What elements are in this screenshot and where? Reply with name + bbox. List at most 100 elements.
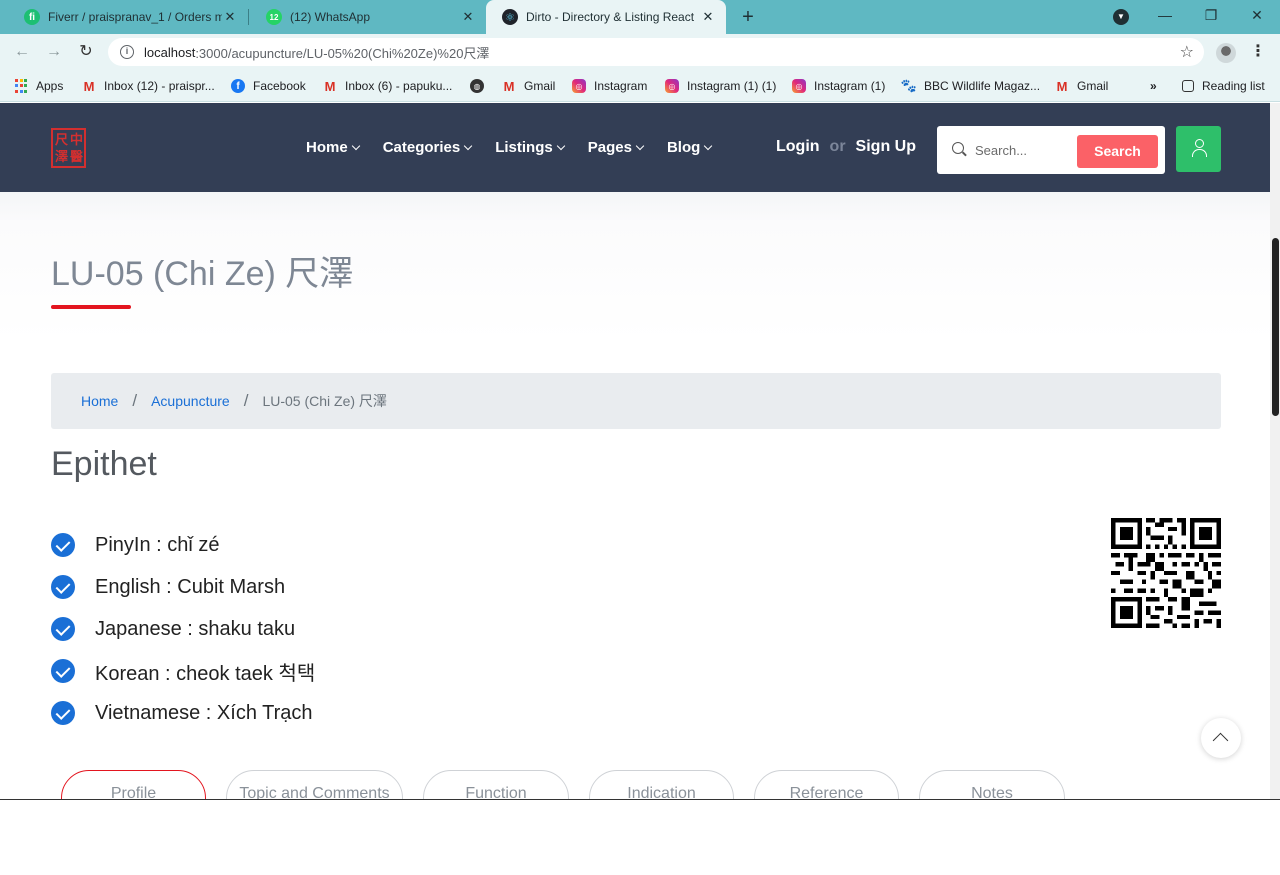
breadcrumb-acupuncture[interactable]: Acupuncture: [151, 393, 230, 409]
close-icon[interactable]: ✕: [700, 9, 716, 25]
epithet-pinyin: PinyIn : chǐ zé: [95, 533, 220, 556]
minimize-icon[interactable]: —: [1143, 0, 1187, 30]
bookmark-facebook[interactable]: f Facebook: [231, 76, 306, 96]
close-icon[interactable]: ✕: [222, 9, 238, 25]
instagram-icon: ◎: [665, 79, 679, 93]
browser-tab-dirto[interactable]: ⚛ Dirto - Directory & Listing React ✕: [486, 0, 726, 34]
url-path: :3000/acupuncture/LU-05%20(Chi%20Ze)%20尺…: [195, 45, 490, 61]
scrollbar-thumb[interactable]: [1272, 238, 1279, 416]
tab-title: Dirto - Directory & Listing React: [526, 10, 695, 24]
logo-char: 尺: [55, 132, 69, 147]
breadcrumb-current: LU-05 (Chi Ze) 尺澤: [262, 393, 387, 409]
forward-arrow-icon[interactable]: →: [42, 40, 66, 64]
restore-icon[interactable]: ❐: [1189, 0, 1233, 30]
breadcrumb: Home / Acupuncture / LU-05 (Chi Ze) 尺澤: [51, 373, 1221, 429]
bookmark-instagram-1[interactable]: ◎ Instagram (1): [792, 76, 885, 96]
fiverr-icon: fi: [24, 9, 40, 25]
paw-icon: 🐾: [900, 78, 918, 93]
epithet-vietnamese: Vietnamese : Xích Trạch: [95, 701, 313, 724]
chevron-down-icon: [463, 141, 473, 151]
bookmark-label: Instagram (1) (1): [687, 79, 777, 93]
site-logo[interactable]: 尺 中 澤 醫: [51, 128, 86, 168]
nav-item-blog[interactable]: Blog: [666, 139, 713, 156]
browser-tab-fiverr[interactable]: fi Fiverr / praispranav_1 / Orders m ✕: [8, 0, 248, 34]
tab-title: (12) WhatsApp: [290, 10, 371, 24]
list-item: English : Cubit Marsh: [51, 566, 315, 608]
chevron-down-icon: [635, 141, 645, 151]
tab-notes[interactable]: Notes: [919, 770, 1065, 799]
tab-profile[interactable]: Profile: [61, 770, 206, 799]
gmail-icon: M: [83, 78, 95, 94]
profile-avatar[interactable]: [1216, 43, 1236, 63]
reading-list-icon: [1182, 80, 1194, 92]
tab-topic-and-comments[interactable]: Topic and Comments: [226, 770, 403, 799]
bookmark-bbc-wildlife[interactable]: 🐾 BBC Wildlife Magaz...: [900, 76, 1041, 96]
bookmark-globe[interactable]: ◍: [470, 76, 492, 96]
user-account-button[interactable]: [1176, 126, 1221, 172]
tab-search-icon[interactable]: ▼: [1113, 9, 1129, 25]
tab-indication[interactable]: Indication: [589, 770, 734, 799]
check-circle-icon: [51, 533, 75, 557]
back-arrow-icon[interactable]: ←: [10, 40, 34, 64]
gmail-icon: M: [503, 78, 515, 94]
logo-char: 醫: [70, 149, 84, 164]
logo-char: 澤: [55, 149, 69, 164]
bookmark-instagram-1-1[interactable]: ◎ Instagram (1) (1): [665, 76, 776, 96]
bookmark-gmail[interactable]: M Gmail: [502, 76, 556, 96]
bookmark-label: Facebook: [253, 79, 306, 93]
section-title-epithet: Epithet: [51, 445, 157, 483]
window-close-icon[interactable]: ✕: [1235, 0, 1279, 30]
bookmarks-bar: Apps M Inbox (12) - praispr... f Faceboo…: [0, 70, 1280, 102]
bookmark-star-icon[interactable]: ☆: [1180, 42, 1194, 62]
browser-menu-icon[interactable]: ⋮: [1250, 42, 1266, 62]
nav-label: Blog: [666, 139, 701, 156]
bookmark-inbox-papuku[interactable]: M Inbox (6) - papuku...: [323, 76, 453, 96]
epithet-korean: Korean : cheok taek 척택: [95, 662, 316, 685]
blank-area-below-window: [0, 799, 1280, 875]
nav-item-pages[interactable]: Pages: [588, 139, 645, 156]
check-circle-icon: [51, 617, 75, 641]
close-icon[interactable]: ✕: [460, 9, 476, 25]
react-icon: ⚛: [502, 9, 518, 25]
info-icon[interactable]: i: [120, 45, 134, 59]
browser-tab-whatsapp[interactable]: 12 (12) WhatsApp ✕: [250, 0, 486, 34]
auth-links: Login or Sign Up: [776, 138, 916, 156]
nav-item-listings[interactable]: Listings: [495, 139, 565, 156]
bookmark-label: Apps: [36, 79, 64, 93]
signup-link[interactable]: Sign Up: [856, 138, 916, 156]
user-icon: [1192, 139, 1207, 157]
page-title: LU-05 (Chi Ze) 尺澤: [51, 255, 354, 293]
login-link[interactable]: Login: [776, 138, 820, 156]
nav-item-home[interactable]: Home: [306, 139, 360, 156]
bookmark-label: Gmail: [524, 79, 556, 93]
tab-function[interactable]: Function: [423, 770, 569, 799]
instagram-icon: ◎: [572, 79, 586, 93]
facebook-icon: f: [231, 79, 245, 93]
bookmarks-overflow-button[interactable]: »: [1150, 76, 1157, 96]
browser-toolbar: ← → ↻ i localhost:3000/acupuncture/LU-05…: [0, 34, 1280, 70]
bookmark-apps[interactable]: Apps: [14, 76, 63, 96]
new-tab-button[interactable]: +: [738, 5, 758, 29]
bookmark-instagram[interactable]: ◎ Instagram: [572, 76, 647, 96]
list-item: Vietnamese : Xích Trạch: [51, 692, 315, 734]
address-bar[interactable]: i localhost:3000/acupuncture/LU-05%20(Ch…: [108, 38, 1204, 66]
bookmark-label: Gmail: [1077, 79, 1109, 93]
nav-label: Home: [306, 139, 348, 156]
bookmark-inbox-praispr[interactable]: M Inbox (12) - praispr...: [82, 76, 215, 96]
reading-list-label: Reading list: [1202, 79, 1265, 93]
breadcrumb-home[interactable]: Home: [81, 393, 118, 409]
search-input[interactable]: [975, 140, 1075, 160]
breadcrumb-separator: /: [132, 391, 138, 410]
tab-reference[interactable]: Reference: [754, 770, 899, 799]
bookmark-label: BBC Wildlife Magaz...: [924, 79, 1041, 93]
chevron-down-icon: [351, 141, 360, 151]
reading-list-button[interactable]: Reading list: [1182, 76, 1265, 96]
nav-item-categories[interactable]: Categories: [382, 139, 473, 156]
search-button[interactable]: Search: [1077, 135, 1158, 168]
page-scrollbar[interactable]: [1270, 103, 1280, 799]
nav-label: Listings: [495, 139, 553, 156]
back-to-top-button[interactable]: [1201, 718, 1241, 758]
nav-label: Categories: [382, 139, 461, 156]
bookmark-gmail-2[interactable]: M Gmail: [1055, 76, 1109, 96]
reload-icon[interactable]: ↻: [74, 40, 98, 64]
